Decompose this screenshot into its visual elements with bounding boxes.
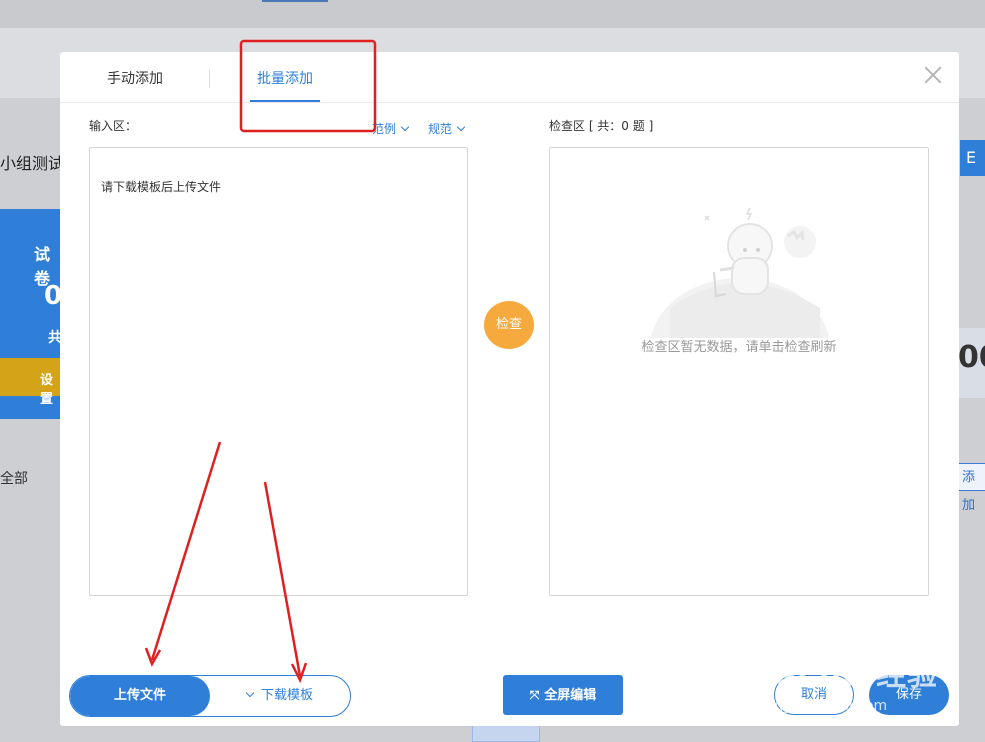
example-link[interactable]: 范例	[372, 120, 410, 137]
chevron-down-icon	[456, 122, 466, 132]
tab-divider	[209, 70, 210, 88]
background-add-button: 添加	[958, 463, 985, 513]
fullscreen-edit-button[interactable]: ⤧ 全屏编辑	[503, 675, 623, 715]
background-filter-all: 全部	[0, 471, 28, 487]
chevron-down-icon	[400, 122, 410, 132]
background-tab-underline	[262, 0, 328, 2]
spec-link-label: 规范	[428, 122, 453, 136]
close-icon[interactable]	[922, 64, 944, 86]
baidu-watermark-url: jingyan.baidu.com	[758, 698, 888, 714]
active-tab-indicator	[250, 100, 320, 102]
file-actions: 上传文件 下载模板	[69, 675, 351, 717]
upload-file-button[interactable]: 上传文件	[70, 676, 210, 716]
check-area: 检查区暂无数据，请单击检查刷新	[549, 147, 929, 596]
tab-manual-add[interactable]: 手动添加	[107, 68, 163, 88]
input-textarea[interactable]: 请下载模板后上传文件	[89, 147, 468, 596]
check-area-label: 检查区 [ 共：0 题 ]	[549, 119, 654, 133]
download-template-button[interactable]: 下载模板	[210, 676, 350, 716]
input-placeholder: 请下载模板后上传文件	[101, 180, 222, 194]
example-link-label: 范例	[372, 122, 397, 136]
tab-bar: 手动添加 批量添加	[60, 52, 959, 103]
empty-astronaut-icon	[650, 207, 830, 338]
batch-add-dialog: 手动添加 批量添加 输入区： 范例 规范 检查区 [ 共：0 题 ] 请下载模板…	[60, 52, 959, 726]
background-settings-bar: 设置	[0, 358, 60, 407]
background-settings-label: 设置	[40, 373, 54, 407]
tab-batch-add[interactable]: 批量添加	[257, 68, 313, 88]
download-template-label: 下载模板	[260, 688, 313, 703]
background-top-bar	[0, 0, 985, 28]
fullscreen-edit-label: 全屏编辑	[544, 688, 597, 703]
check-button[interactable]: 检查	[484, 301, 534, 349]
input-area-label: 输入区：	[89, 119, 138, 133]
chevron-down-icon	[245, 688, 255, 698]
spec-link[interactable]: 规范	[428, 120, 466, 137]
background-right-value: 00	[958, 340, 985, 375]
background-right-button: E	[960, 140, 985, 176]
baidu-watermark: Bai du 经验	[752, 658, 939, 693]
fullscreen-icon: ⤧	[529, 688, 540, 702]
empty-state-text: 检查区暂无数据，请单击检查刷新	[641, 340, 837, 355]
